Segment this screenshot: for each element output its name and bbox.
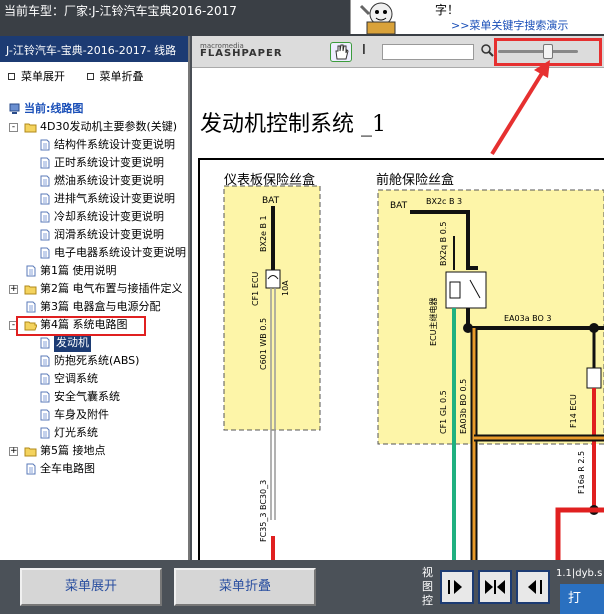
tree-item-label: 燃油系统设计变更说明 xyxy=(54,174,164,187)
tree-item-label: 防抱死系统(ABS) xyxy=(54,354,140,367)
collapse-square-icon xyxy=(86,73,94,80)
tree-item[interactable]: - 4D30发动机主要参数(关键) xyxy=(0,118,190,136)
annotation-arrow xyxy=(490,60,550,156)
tree-item[interactable]: 车身及附件 xyxy=(0,406,190,424)
document-icon xyxy=(38,391,51,403)
tree-item[interactable]: 冷却系统设计变更说明 xyxy=(0,208,190,226)
tree-item[interactable]: + 第2篇 电气布置与接插件定义 xyxy=(0,280,190,298)
expand-menu-button[interactable]: 菜单展开 xyxy=(20,568,162,606)
document-icon xyxy=(38,157,51,169)
tree-item-label: 结构件系统设计变更说明 xyxy=(54,138,175,151)
tree-item-label: 4D30发动机主要参数(关键) xyxy=(40,120,178,133)
folder-icon xyxy=(24,283,37,295)
tree-item[interactable]: 燃油系统设计变更说明 xyxy=(0,172,190,190)
tree-item[interactable]: 灯光系统 xyxy=(0,424,190,442)
expand-all-link[interactable]: 菜单展开 xyxy=(8,70,65,83)
document-icon xyxy=(38,373,51,385)
tree-item[interactable]: + 第5篇 接地点 xyxy=(0,442,190,460)
top-bar: 当前车型：厂家:J-江铃汽车宝典2016-2017 字！ >>菜单关键字搜索演示 xyxy=(0,0,604,36)
document-viewer: macromedia FLASHPAPER I 发动机控制系统 _1 仪表板保险… xyxy=(192,36,604,560)
tree-item[interactable]: 全车电路图 xyxy=(0,460,190,478)
tree-item-label: 当前:线路图 xyxy=(24,102,84,115)
document-icon xyxy=(38,139,51,151)
tree-item[interactable]: 第3篇 电器盒与电源分配 xyxy=(0,298,190,316)
document-icon xyxy=(38,247,51,259)
tree-item[interactable]: 进排气系统设计变更说明 xyxy=(0,190,190,208)
help-panel: 字！ >>菜单关键字搜索演示 xyxy=(350,0,604,34)
menu-title: J-江铃汽车-宝典-2016-2017- 线路 xyxy=(0,36,188,62)
arrow-right-icon xyxy=(448,580,462,594)
tree-item[interactable]: 润滑系统设计变更说明 xyxy=(0,226,190,244)
expand-toggle-icon[interactable]: + xyxy=(9,285,18,294)
help-text: 字！ xyxy=(435,3,460,17)
view-control-label: 视图控 xyxy=(422,566,433,607)
document-icon xyxy=(38,355,51,367)
tree-item-label: 全车电路图 xyxy=(40,462,95,475)
document-icon xyxy=(38,175,51,187)
tree-item-label: 第3篇 电器盒与电源分配 xyxy=(40,300,161,313)
collapse-all-link[interactable]: 菜单折叠 xyxy=(86,70,144,83)
collapse-menu-button[interactable]: 菜单折叠 xyxy=(174,568,316,606)
tree-item[interactable]: 第1篇 使用说明 xyxy=(0,262,190,280)
tree-item[interactable]: 结构件系统设计变更说明 xyxy=(0,136,190,154)
current-model-label: 当前车型：厂家:J-江铃汽车宝典2016-2017 xyxy=(4,4,237,18)
tree-item-label: 进排气系统设计变更说明 xyxy=(54,192,175,205)
document-icon xyxy=(38,337,51,349)
document-icon xyxy=(24,463,37,475)
search-demo-link[interactable]: >>菜单关键字搜索演示 xyxy=(451,17,568,33)
document-icon xyxy=(38,193,51,205)
tree-item-label: 车身及附件 xyxy=(54,408,109,421)
document-icon xyxy=(24,301,37,313)
tree-item[interactable]: 防抱死系统(ABS) xyxy=(0,352,190,370)
view-split-button[interactable] xyxy=(478,570,512,604)
mascot-icon xyxy=(359,2,396,34)
split-arrows-icon xyxy=(485,580,505,594)
tree-item[interactable]: 安全气囊系统 xyxy=(0,388,190,406)
document-icon xyxy=(38,427,51,439)
print-button[interactable]: 打 xyxy=(560,584,604,614)
tree-item-label: 正时系统设计变更说明 xyxy=(54,156,164,169)
highlight-box xyxy=(16,316,146,336)
tree-item-label: 第2篇 电气布置与接插件定义 xyxy=(40,282,183,295)
tree-root-icon xyxy=(8,103,21,115)
folder-icon xyxy=(24,445,37,457)
document-icon xyxy=(24,265,37,277)
tree-item[interactable]: 电子电器系统设计变更说明 xyxy=(0,244,190,262)
menu-tree: 当前:线路图 - 4D30发动机主要参数(关键) 结构件系统设计变更说明 正时系统设计变… xyxy=(0,100,190,478)
tree-item-label: 电子电器系统设计变更说明 xyxy=(54,246,186,259)
tree-item[interactable]: 空调系统 xyxy=(0,370,190,388)
tree-item[interactable]: 正时系统设计变更说明 xyxy=(0,154,190,172)
tree-item-label: 第1篇 使用说明 xyxy=(40,264,117,277)
view-prev-button[interactable] xyxy=(516,570,550,604)
document-icon xyxy=(38,409,51,421)
document-icon xyxy=(38,211,51,223)
tree-item-label: 安全气囊系统 xyxy=(54,390,120,403)
document-id: 1.1|dyb.s xyxy=(556,568,603,579)
tree-item-label: 空调系统 xyxy=(54,372,98,385)
document-icon xyxy=(38,229,51,241)
tree-item[interactable]: 发动机 xyxy=(0,334,190,352)
expand-toggle-icon[interactable]: + xyxy=(9,447,18,456)
tree-item-label: 灯光系统 xyxy=(54,426,98,439)
bottom-bar: 菜单展开 菜单折叠 视图控 1.1|dyb.s 打 xyxy=(0,560,604,614)
menu-panel: J-江铃汽车-宝典-2016-2017- 线路 菜单展开 菜单折叠 当前:线路图… xyxy=(0,36,190,560)
tree-item-label: 第5篇 接地点 xyxy=(40,444,106,457)
arrow-left-icon xyxy=(528,580,542,594)
collapse-toggle-icon[interactable]: - xyxy=(9,123,18,132)
tree-item-label: 润滑系统设计变更说明 xyxy=(54,228,164,241)
tree-item[interactable]: 当前:线路图 xyxy=(0,100,190,118)
tree-item-label: 冷却系统设计变更说明 xyxy=(54,210,164,223)
tree-item-label: 发动机 xyxy=(54,334,91,352)
view-next-button[interactable] xyxy=(440,570,474,604)
folder-icon xyxy=(24,121,37,133)
expand-square-icon xyxy=(8,73,15,80)
menu-controls: 菜单展开 菜单折叠 xyxy=(0,62,188,84)
